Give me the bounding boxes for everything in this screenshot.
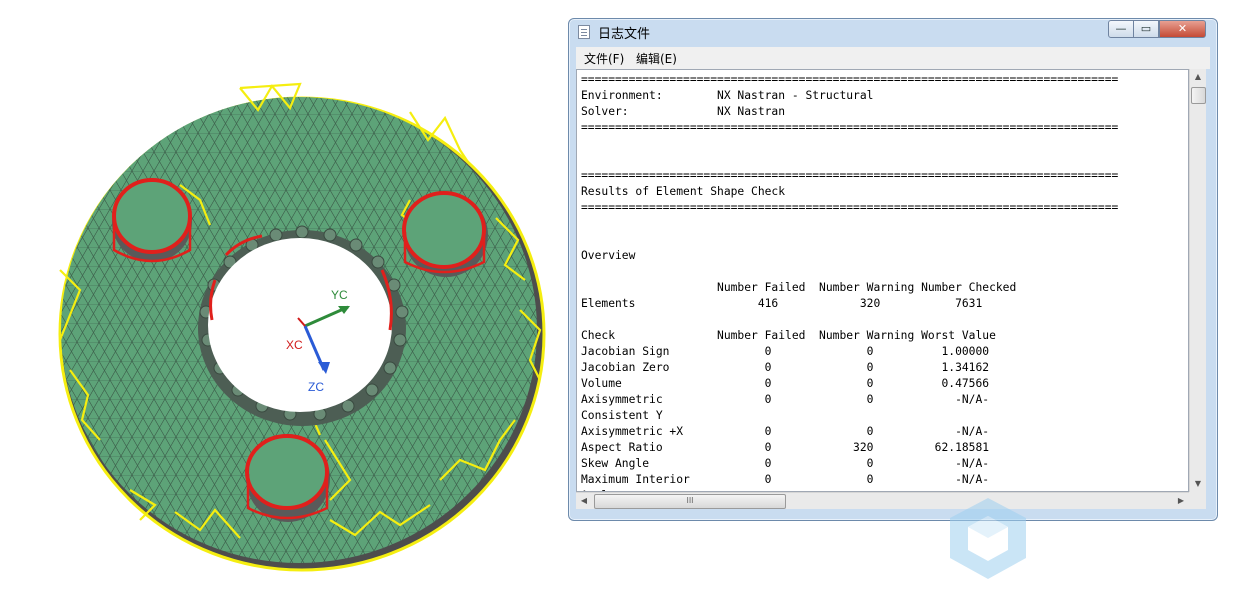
log-line: Axisymmetric 0 0 -N/A- [581, 393, 990, 406]
scroll-right-arrow-icon[interactable]: ▶ [1173, 493, 1189, 509]
log-line: ========================================… [581, 169, 1119, 182]
graphics-viewport[interactable]: YC XC ZC [0, 0, 560, 593]
close-button[interactable]: ✕ [1159, 20, 1206, 38]
log-line: Skew Angle 0 0 -N/A- [581, 457, 990, 470]
log-content[interactable]: ========================================… [576, 69, 1189, 492]
boss-top-left [112, 178, 192, 263]
log-line: ========================================… [581, 121, 1119, 134]
vertical-scroll-thumb[interactable] [1191, 87, 1206, 104]
horizontal-scrollbar[interactable]: ◀ III ▶ [576, 492, 1189, 509]
boss-bottom [245, 434, 330, 522]
log-line: Aspect Ratio 0 320 62.18581 [581, 441, 990, 454]
log-line: Environment: NX Nastran - Structural [581, 89, 874, 102]
log-line: ========================================… [581, 73, 1119, 86]
menu-bar: 文件(F) 编辑(E) [576, 47, 1210, 69]
minimize-button[interactable]: — [1108, 20, 1134, 38]
log-line: Number Failed Number Warning Number Chec… [581, 281, 1017, 294]
mesh-model: YC XC ZC [58, 82, 546, 572]
boss-top-right [402, 191, 488, 277]
menu-file[interactable]: 文件(F) [584, 50, 624, 67]
log-line: Jacobian Sign 0 0 1.00000 [581, 345, 990, 358]
log-line: Jacobian Zero 0 0 1.34162 [581, 361, 990, 374]
scroll-up-arrow-icon[interactable]: ▲ [1190, 69, 1206, 85]
log-text: ========================================… [577, 70, 1188, 491]
horizontal-scroll-thumb[interactable]: III [594, 494, 786, 509]
scroll-down-arrow-icon[interactable]: ▼ [1190, 476, 1206, 492]
window-title: 日志文件 [598, 27, 651, 42]
log-line: Solver: NX Nastran [581, 105, 786, 118]
axis-label-yc: YC [331, 288, 348, 302]
log-line: Results of Element Shape Check [581, 185, 786, 198]
center-hole [198, 225, 409, 426]
log-line: Volume 0 0 0.47566 [581, 377, 990, 390]
log-line: Elements 416 320 7631 [581, 297, 983, 310]
menu-edit[interactable]: 编辑(E) [636, 50, 677, 67]
watermark-logo-icon [950, 498, 1026, 579]
document-icon [578, 25, 590, 39]
maximize-button[interactable]: ▭ [1134, 20, 1159, 38]
size-grip[interactable] [1189, 492, 1206, 509]
log-line: Overview [581, 249, 636, 262]
log-line: Consistent Y [581, 409, 663, 422]
axis-label-xc: XC [286, 338, 303, 352]
log-line: Check Number Failed Number Warning Worst… [581, 329, 996, 342]
vertical-scrollbar[interactable]: ▲ ▼ [1189, 69, 1206, 492]
log-line: Maximum Interior 0 0 -N/A- [581, 473, 990, 486]
axis-label-zc: ZC [308, 380, 324, 394]
title-bar[interactable]: 日志文件 — ▭ ✕ [569, 19, 1217, 45]
scroll-left-arrow-icon[interactable]: ◀ [576, 493, 592, 509]
log-line: ========================================… [581, 201, 1119, 214]
log-line: Axisymmetric +X 0 0 -N/A- [581, 425, 990, 438]
log-window: 日志文件 — ▭ ✕ 文件(F) 编辑(E) =================… [568, 18, 1218, 521]
